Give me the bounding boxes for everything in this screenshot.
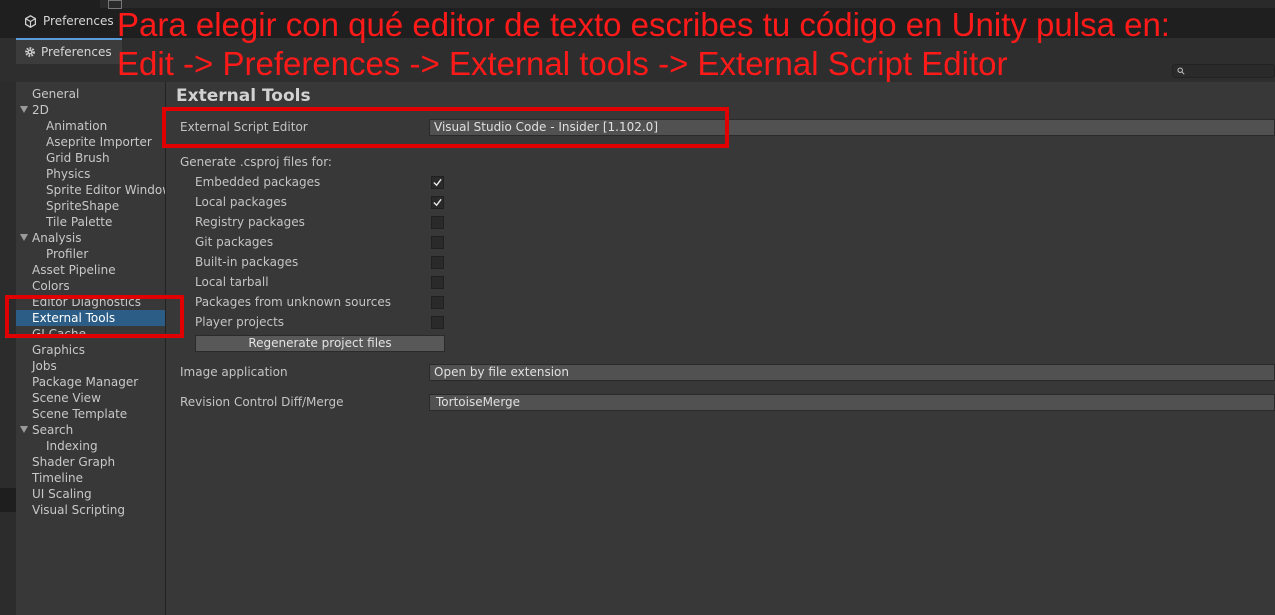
package-option-label: Built-in packages (195, 255, 299, 269)
sidebar-item[interactable]: Grid Brush (16, 150, 165, 166)
package-option-checkbox[interactable] (431, 236, 444, 249)
package-option-label: Registry packages (195, 215, 305, 229)
sidebar-item[interactable]: Scene View (16, 390, 165, 406)
package-option-checkbox[interactable] (431, 296, 444, 309)
sidebar-item[interactable]: Shader Graph (16, 454, 165, 470)
window-tab-preferences[interactable]: Preferences (16, 8, 122, 34)
package-option-checkbox[interactable] (431, 216, 444, 229)
package-option-checkbox[interactable] (431, 196, 444, 209)
package-option-label: Player projects (195, 315, 285, 329)
sidebar-item[interactable]: Sprite Editor Window (16, 182, 165, 198)
package-option-label: Local packages (195, 195, 287, 209)
sidebar-item[interactable]: Colors (16, 278, 165, 294)
sidebar-item-label: Indexing (46, 439, 98, 453)
package-option-checkbox[interactable] (431, 276, 444, 289)
sidebar-item[interactable]: Package Manager (16, 374, 165, 390)
sidebar-item-label: Animation (46, 119, 108, 133)
sidebar-item-label: Search (32, 423, 74, 437)
sidebar-item[interactable]: Graphics (16, 342, 165, 358)
sidebar-item[interactable]: Asset Pipeline (16, 262, 165, 278)
unity-logo-icon (24, 14, 37, 28)
sidebar-item[interactable]: Animation (16, 118, 165, 134)
checkmark-icon (433, 198, 442, 207)
sidebar-item-label: Analysis (32, 231, 82, 245)
instruction-line-2: Edit -> Preferences -> External tools ->… (117, 45, 1008, 82)
background-editor-edge (0, 82, 16, 615)
sidebar-item-label: Aseprite Importer (46, 135, 152, 149)
sidebar-item[interactable]: Scene Template (16, 406, 165, 422)
regenerate-project-files-button[interactable]: Regenerate project files (195, 335, 445, 352)
sidebar-item-label: Profiler (46, 247, 89, 261)
revision-control-dropdown[interactable]: TortoiseMerge (429, 394, 1275, 411)
settings-search-input[interactable] (1172, 64, 1275, 78)
image-application-dropdown[interactable]: Open by file extension (429, 364, 1275, 381)
sidebar-item-label: Colors (32, 279, 70, 293)
sidebar-item-label: UI Scaling (32, 487, 92, 501)
sidebar-item-label: Scene Template (32, 407, 128, 421)
sidebar-item-label: Tile Palette (46, 215, 113, 229)
sidebar-item[interactable]: Jobs (16, 358, 165, 374)
image-application-label: Image application (180, 365, 288, 379)
sidebar-item[interactable]: Aseprite Importer (16, 134, 165, 150)
checkmark-icon (433, 178, 442, 187)
package-option-checkbox[interactable] (431, 176, 444, 189)
highlight-external-script-editor (162, 107, 729, 148)
page-title: External Tools (176, 86, 311, 106)
sidebar-item-label: Visual Scripting (32, 503, 125, 517)
sidebar-item[interactable]: Indexing (16, 438, 165, 454)
sidebar-item-label: 2D (32, 103, 49, 117)
expand-triangle-icon[interactable] (20, 106, 28, 113)
sidebar-item-label: Physics (46, 167, 91, 181)
search-icon (1177, 67, 1185, 75)
sidebar-item[interactable]: SpriteShape (16, 198, 165, 214)
generate-csproj-label: Generate .csproj files for: (180, 155, 332, 169)
package-option-checkbox[interactable] (431, 256, 444, 269)
expand-triangle-icon[interactable] (20, 426, 28, 433)
instruction-line-1: Para elegir con qué editor de texto escr… (117, 6, 1170, 43)
sidebar-item[interactable]: General (16, 86, 165, 102)
preferences-panel-tab[interactable]: Preferences (16, 38, 122, 64)
sidebar-item-label: General (32, 87, 80, 101)
gear-icon (25, 47, 35, 57)
sidebar-item-label: Graphics (32, 343, 85, 357)
sidebar-item-label: SpriteShape (46, 199, 120, 213)
revision-control-label: Revision Control Diff/Merge (180, 395, 344, 409)
sidebar-item-label: Grid Brush (46, 151, 110, 165)
sidebar-item-label: Sprite Editor Window (46, 183, 165, 197)
sidebar-item[interactable]: Tile Palette (16, 214, 165, 230)
sidebar-item-label: Package Manager (32, 375, 139, 389)
window-tab-title: Preferences (43, 14, 114, 28)
package-option-label: Local tarball (195, 275, 269, 289)
sidebar-item[interactable]: Timeline (16, 470, 165, 486)
highlight-external-tools (5, 295, 184, 338)
package-option-label: Embedded packages (195, 175, 321, 189)
sidebar-item-label: Shader Graph (32, 455, 116, 469)
expand-triangle-icon[interactable] (20, 234, 28, 241)
package-option-label: Git packages (195, 235, 274, 249)
sidebar-item[interactable]: Analysis (16, 230, 165, 246)
sidebar-item[interactable]: 2D (16, 102, 165, 118)
sidebar-item-label: Scene View (32, 391, 101, 405)
package-option-checkbox[interactable] (431, 316, 444, 329)
sidebar-item-label: Jobs (32, 359, 57, 373)
sidebar-item-label: Timeline (32, 471, 84, 485)
sidebar-item[interactable]: Visual Scripting (16, 502, 165, 518)
sidebar-item[interactable]: Search (16, 422, 165, 438)
sidebar-item[interactable]: Physics (16, 166, 165, 182)
sidebar-item[interactable]: UI Scaling (16, 486, 165, 502)
sidebar-item[interactable]: Profiler (16, 246, 165, 262)
panel-tab-title: Preferences (41, 45, 112, 59)
sidebar-item-label: Asset Pipeline (32, 263, 116, 277)
package-option-label: Packages from unknown sources (195, 295, 391, 309)
background-editor-panel (0, 488, 16, 512)
preferences-sidebar: General 2D Animation Aseprite Importer Grid … (16, 82, 166, 615)
